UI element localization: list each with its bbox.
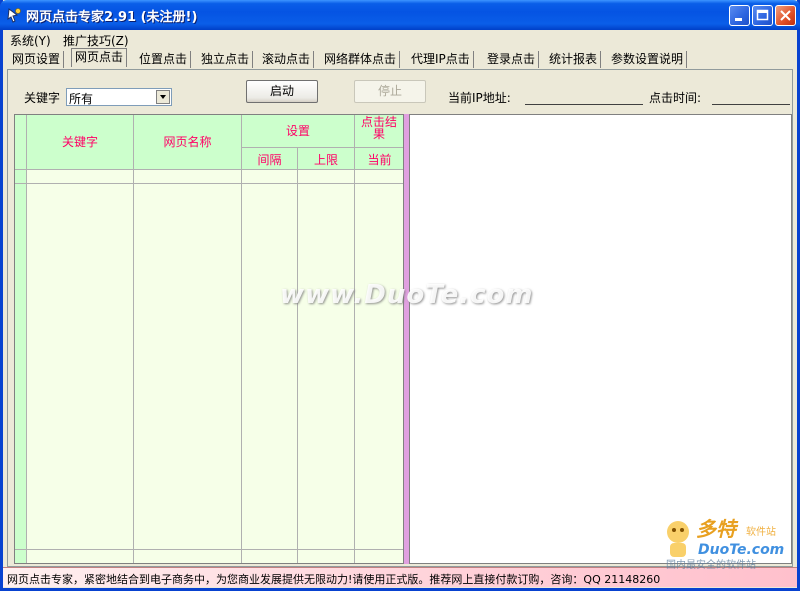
dropdown-arrow[interactable] bbox=[156, 90, 170, 104]
status-message: 网页点击专家，紧密地结合到电子商务中，为您商业发展提供无限动力!请使用正式版。推… bbox=[7, 573, 661, 586]
tab-page-settings[interactable]: 网页设置 bbox=[9, 51, 65, 68]
title-bar[interactable]: 网页点击专家2.91 (未注册!) bbox=[0, 0, 800, 30]
click-time-label: 点击时间: bbox=[649, 91, 702, 105]
col-header-page-name[interactable]: 网页名称 bbox=[134, 133, 241, 150]
tab-network-group-click[interactable]: 网络群体点击 bbox=[321, 51, 401, 68]
col-header-current[interactable]: 当前 bbox=[355, 151, 403, 168]
menu-bar: 系统(Y) 推广技巧(Z) bbox=[3, 30, 797, 48]
col-header-keyword[interactable]: 关键字 bbox=[27, 133, 133, 150]
keyword-select[interactable]: 所有 bbox=[66, 88, 172, 106]
app-window: 网页点击专家2.91 (未注册!) 系统(Y) 推广技巧(Z) 网页设置 网页点… bbox=[0, 0, 800, 591]
tab-parameter-help[interactable]: 参数设置说明 bbox=[608, 51, 688, 68]
keyword-grid[interactable]: 关键字 网页名称 设置 间隔 上限 点击结果 当前 bbox=[14, 114, 404, 564]
keyword-label: 关键字 bbox=[24, 91, 61, 105]
menu-promotion-tips[interactable]: 推广技巧(Z) bbox=[63, 32, 129, 49]
tab-position-click[interactable]: 位置点击 bbox=[136, 51, 192, 68]
current-ip-value bbox=[525, 104, 643, 105]
tab-login-click[interactable]: 登录点击 bbox=[484, 51, 540, 68]
start-button[interactable]: 启动 bbox=[246, 80, 318, 103]
tab-page-content: 关键字 所有 启动 停止 当前IP地址: 点击时间: 关键字 网页名称 设置 间… bbox=[7, 69, 793, 567]
col-header-click-result: 点击结果 bbox=[360, 115, 397, 141]
tab-independent-click[interactable]: 独立点击 bbox=[198, 51, 254, 68]
close-button[interactable] bbox=[775, 5, 796, 26]
col-header-limit[interactable]: 上限 bbox=[298, 151, 354, 168]
menu-system[interactable]: 系统(Y) bbox=[10, 32, 51, 49]
tab-proxy-ip-click[interactable]: 代理IP点击 bbox=[408, 51, 474, 68]
status-bar: 网页点击专家，紧密地结合到电子商务中，为您商业发展提供无限动力!请使用正式版。推… bbox=[3, 567, 797, 587]
window-title: 网页点击专家2.91 (未注册!) bbox=[26, 10, 198, 25]
col-header-settings: 设置 bbox=[285, 124, 310, 138]
col-header-interval[interactable]: 间隔 bbox=[242, 151, 297, 168]
maximize-button[interactable] bbox=[752, 5, 773, 26]
minimize-icon bbox=[735, 18, 742, 21]
stop-button[interactable]: 停止 bbox=[354, 80, 426, 103]
tab-strip: 网页设置 网页点击 位置点击 独立点击 滚动点击 网络群体点击 代理IP点击 登… bbox=[3, 48, 797, 70]
click-time-value bbox=[712, 104, 790, 105]
app-icon bbox=[7, 8, 21, 23]
minimize-button[interactable] bbox=[729, 5, 750, 26]
keyword-select-value: 所有 bbox=[69, 92, 94, 106]
tab-scroll-click[interactable]: 滚动点击 bbox=[259, 51, 315, 68]
current-ip-label: 当前IP地址: bbox=[448, 91, 511, 105]
browser-panel[interactable] bbox=[409, 114, 792, 564]
tab-statistics-report[interactable]: 统计报表 bbox=[546, 51, 602, 68]
chevron-down-icon bbox=[160, 95, 166, 99]
tab-page-click[interactable]: 网页点击 bbox=[71, 48, 128, 67]
close-icon bbox=[780, 10, 791, 21]
maximize-icon bbox=[756, 9, 769, 21]
